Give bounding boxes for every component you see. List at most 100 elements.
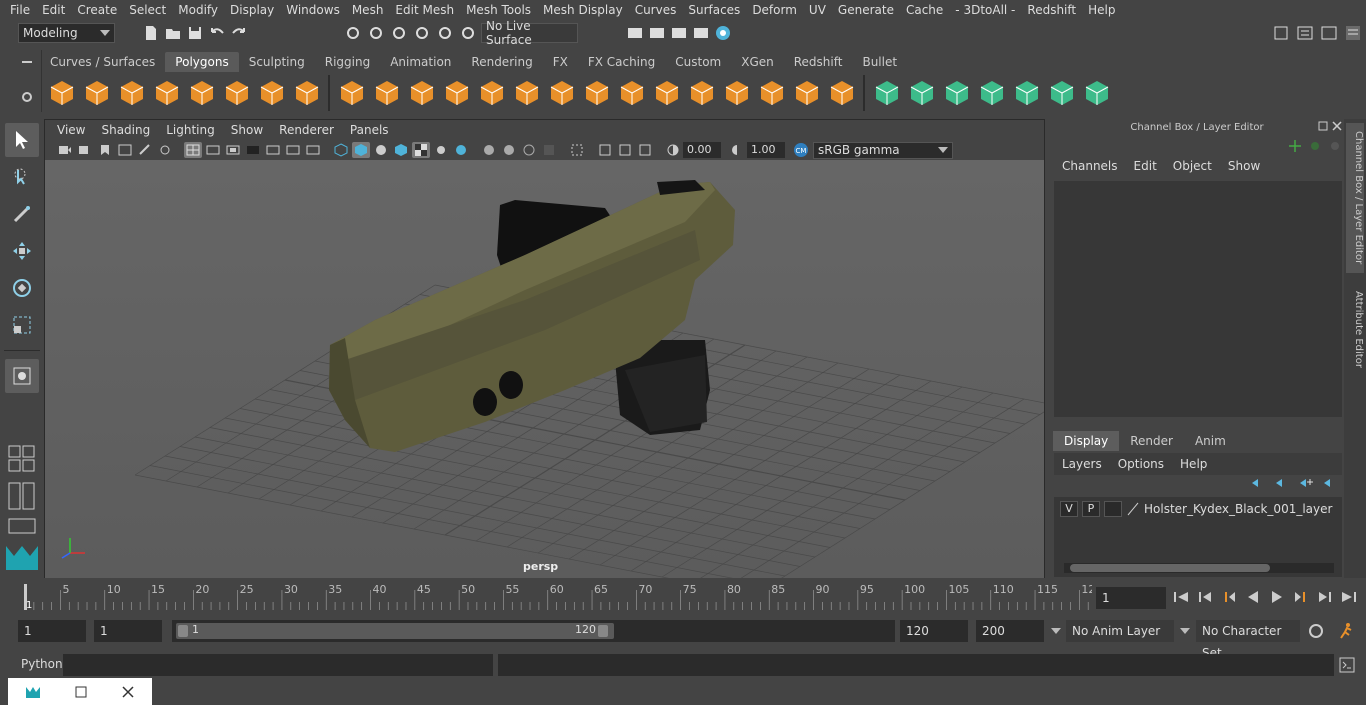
hud-icon[interactable] [636, 142, 654, 158]
range-slider[interactable]: 1 120 [172, 620, 895, 642]
go-to-end-icon[interactable] [1340, 589, 1358, 605]
layer-row[interactable]: V P Holster_Kydex_Black_001_layer [1060, 500, 1332, 518]
film-gate-icon[interactable] [204, 142, 222, 158]
menu-deform[interactable]: Deform [746, 0, 803, 20]
shelf-tab-rigging[interactable]: Rigging [315, 52, 380, 72]
menu-curves[interactable]: Curves [629, 0, 683, 20]
bridge-button[interactable] [579, 73, 614, 113]
step-forward-icon[interactable] [1316, 589, 1334, 605]
shelf-menu-icon[interactable] [20, 56, 34, 68]
gate-mask-icon[interactable] [244, 142, 262, 158]
new-layer-from-selected-icon[interactable] [1322, 476, 1338, 490]
layer-tab-render[interactable]: Render [1119, 431, 1184, 451]
redo-icon[interactable] [230, 24, 248, 42]
smooth-shade-icon[interactable] [352, 142, 370, 158]
time-slider[interactable]: 5 10 15 20 25 30 35 40 45 50 55 60 65 70 75 80 85 90 95 100… [20, 582, 1092, 612]
snap-surface-icon[interactable] [436, 24, 454, 42]
shelf-tab-rendering[interactable]: Rendering [461, 52, 542, 72]
snap-view-icon[interactable] [413, 24, 431, 42]
tab-channel-box[interactable]: Channel Box / Layer Editor [1346, 123, 1364, 273]
extrude-button[interactable] [614, 73, 649, 113]
shelf-tab-polygons[interactable]: Polygons [165, 52, 239, 72]
viewport-menu-renderer[interactable]: Renderer [271, 123, 342, 137]
menu-mesh-display[interactable]: Mesh Display [537, 0, 629, 20]
quick-layout-side[interactable] [8, 482, 36, 513]
poly-torus-button[interactable] [219, 73, 254, 113]
play-forward-icon[interactable] [1268, 589, 1286, 605]
color-management-icon[interactable]: CM [792, 142, 810, 158]
channel-menu-edit[interactable]: Edit [1126, 159, 1165, 173]
poly-plane-button[interactable] [184, 73, 219, 113]
tool-settings-icon[interactable] [1320, 24, 1338, 42]
menu-file[interactable]: File [4, 0, 36, 20]
save-scene-icon[interactable] [186, 24, 204, 42]
layer-scrollbar-thumb[interactable] [1070, 564, 1270, 572]
quick-layout-grid[interactable] [8, 445, 36, 476]
menu-surfaces[interactable]: Surfaces [682, 0, 746, 20]
xray-components-icon[interactable] [520, 142, 538, 158]
isolate-select-icon[interactable] [568, 142, 586, 158]
ambient-occlusion-icon[interactable] [452, 142, 470, 158]
slide-edge-button[interactable] [754, 73, 789, 113]
step-back-key-icon[interactable] [1220, 589, 1238, 605]
multi-cut-button[interactable] [649, 73, 684, 113]
auto-key-icon[interactable] [1307, 622, 1325, 640]
menu-edit-mesh[interactable]: Edit Mesh [389, 0, 460, 20]
shelf-tab-fx-caching[interactable]: FX Caching [578, 52, 665, 72]
gamma-field[interactable]: 1.00 [747, 142, 785, 158]
wireframe-on-shaded-icon[interactable] [372, 142, 390, 158]
render-view-icon[interactable] [626, 24, 644, 42]
viewport-scene[interactable]: persp [45, 160, 1044, 578]
layer-tab-display[interactable]: Display [1053, 431, 1120, 451]
menu-create[interactable]: Create [71, 0, 123, 20]
target-weld-button[interactable] [684, 73, 719, 113]
fill-hole-button[interactable] [789, 73, 824, 113]
backface-icon[interactable] [540, 142, 558, 158]
gamma-icon[interactable] [728, 142, 746, 158]
menu-3dtoall[interactable]: - 3DtoAll - [949, 0, 1021, 20]
poly-sphere-button[interactable] [44, 73, 79, 113]
render-frame-icon[interactable] [648, 24, 666, 42]
viewport-menu-show[interactable]: Show [223, 123, 271, 137]
safe-action-icon[interactable] [284, 142, 302, 158]
frame-selected-icon[interactable] [616, 142, 634, 158]
menu-cache[interactable]: Cache [900, 0, 949, 20]
uv-editor-button[interactable] [1009, 73, 1044, 113]
camera-lock-icon[interactable] [76, 142, 94, 158]
keyed-icon[interactable] [1308, 139, 1322, 153]
shelf-tab-sculpting[interactable]: Sculpting [239, 52, 315, 72]
safe-title-icon[interactable] [304, 142, 322, 158]
modeling-toolkit-icon[interactable] [1272, 24, 1290, 42]
extract-button[interactable] [404, 73, 439, 113]
viewport-menu-view[interactable]: View [49, 123, 93, 137]
resolution-gate-icon[interactable] [224, 142, 242, 158]
menu-generate[interactable]: Generate [832, 0, 900, 20]
minimized-window[interactable] [8, 678, 152, 705]
exposure-field[interactable]: 0.00 [683, 142, 721, 158]
viewport-menu-shading[interactable]: Shading [93, 123, 158, 137]
poly-cone-button[interactable] [149, 73, 184, 113]
bookmark-icon[interactable] [96, 142, 114, 158]
mode-selector[interactable]: Modeling [18, 23, 115, 43]
layer-visibility-toggle[interactable]: V [1060, 501, 1078, 517]
layer-color-swatch-icon[interactable] [1126, 502, 1140, 516]
use-all-lights-icon[interactable] [412, 142, 430, 158]
paint-select-tool[interactable] [5, 197, 39, 231]
unfold-uv-button[interactable] [1044, 73, 1079, 113]
menu-help[interactable]: Help [1082, 0, 1121, 20]
move-layer-up-icon[interactable] [1250, 476, 1266, 490]
camera-select-icon[interactable] [56, 142, 74, 158]
go-to-start-icon[interactable] [1172, 589, 1190, 605]
combine-button[interactable] [334, 73, 369, 113]
shelf-tab-xgen[interactable]: XGen [731, 52, 784, 72]
ipr-render-icon[interactable] [670, 24, 688, 42]
shelf-tab-fx[interactable]: FX [543, 52, 578, 72]
range-start-handle[interactable] [178, 625, 188, 637]
scene-end-field[interactable]: 200 [976, 620, 1044, 642]
manipulator-icon[interactable] [1288, 139, 1302, 153]
new-layer-icon[interactable] [1298, 476, 1314, 490]
shelf-tab-bullet[interactable]: Bullet [852, 52, 907, 72]
playback-start-field[interactable]: 1 [94, 620, 162, 642]
separate-button[interactable] [369, 73, 404, 113]
step-back-icon[interactable] [1196, 589, 1214, 605]
